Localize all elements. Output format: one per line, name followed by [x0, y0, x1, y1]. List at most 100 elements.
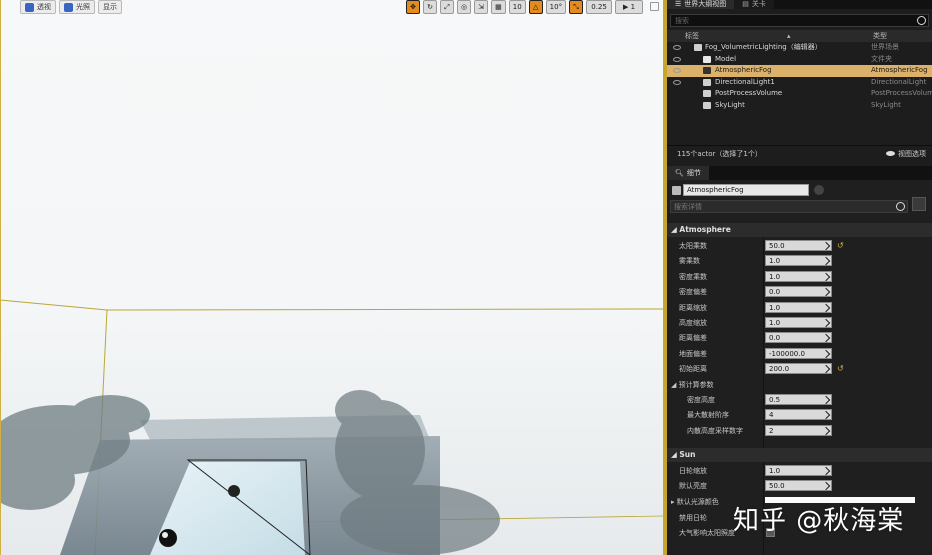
visibility-eye-icon[interactable]: [673, 56, 681, 62]
postprocess-volume-icon: [703, 90, 711, 97]
tree-row-skylight[interactable]: SkyLight SkyLight: [667, 100, 932, 112]
details-search-input[interactable]: 搜索详情: [670, 200, 908, 213]
lit-cube-icon: [64, 2, 73, 12]
tab-details[interactable]: 🔍︎ 细节: [667, 166, 709, 180]
viewport-scene: [0, 299, 663, 555]
actor-icon: [672, 186, 681, 195]
prop-atmosphere-3: 密度偏差 0.0: [667, 285, 932, 300]
numeric-field[interactable]: 1.0: [765, 465, 832, 476]
numeric-field[interactable]: 200.0: [765, 363, 832, 375]
skylight-actor-icon: [159, 529, 177, 547]
show-button[interactable]: 显示: [98, 0, 122, 14]
scale-snap-toggle[interactable]: ⤡: [569, 0, 584, 14]
numeric-field[interactable]: -100000.0: [765, 347, 832, 359]
prop-sun-0: 日轮缩放 1.0: [667, 464, 932, 479]
outliner-icon: ☰: [675, 0, 682, 8]
world-icon: [694, 44, 702, 51]
rotate-snap-toggle[interactable]: △: [528, 0, 543, 14]
outliner-search-input[interactable]: 搜索: [670, 14, 929, 27]
visibility-eye-icon[interactable]: [673, 79, 681, 85]
prop-atmosphere-5: 高度缩放 1.0: [667, 316, 932, 331]
translate-tool-button[interactable]: ✥: [406, 0, 420, 14]
numeric-field[interactable]: 1.0: [765, 317, 832, 328]
tree-row-selected[interactable]: AtmosphericFog AtmosphericFog: [667, 65, 932, 77]
tree-right: [335, 390, 500, 555]
perspective-icon: [25, 2, 34, 12]
angle-icon: △: [532, 3, 539, 11]
level-viewport[interactable]: 透视 光照 显示 ✥ ↻ ⤢ ◎ ⇲ ▦ 10 △ 10° ⤡ 0.25 ▶ 1: [0, 0, 663, 555]
visibility-eye-icon[interactable]: [673, 45, 681, 50]
numeric-field[interactable]: 1.0: [765, 270, 832, 282]
numeric-field[interactable]: 50.0: [765, 240, 832, 251]
prop-precompute-1: 最大散射阶序 4: [667, 408, 932, 423]
details-tab-strip: 🔍︎ 细节: [667, 166, 932, 180]
snap-surface-icon: ⇲: [478, 3, 485, 11]
grid-icon: ▦: [495, 3, 502, 11]
reset-to-default-icon[interactable]: ↺: [837, 241, 844, 250]
prop-atmosphere-1: 雾乘数 1.0: [667, 254, 932, 269]
actor-name-field[interactable]: [683, 184, 809, 196]
tree-row-postprocess[interactable]: PostProcessVolume PostProcessVolume: [667, 88, 932, 100]
scale-icon: ⤢: [444, 2, 450, 11]
camera-speed-button[interactable]: ▶ 1: [615, 0, 644, 14]
grid-snap-toggle[interactable]: ▦: [491, 0, 506, 14]
scale-snap-value[interactable]: 0.25: [586, 0, 613, 14]
numeric-field[interactable]: 0.0: [765, 332, 832, 344]
move-icon: ✥: [410, 3, 416, 11]
prop-sun-1: 默认亮度 50.0: [667, 479, 932, 494]
visibility-eye-icon[interactable]: [673, 68, 681, 73]
reset-to-default-icon[interactable]: ↺: [837, 364, 844, 373]
perspective-button[interactable]: 透视: [20, 0, 56, 14]
world-outliner-panel: ☰ 世界大纲视图 ▤ 关卡 搜索 标签 ▴ 类型 Fog_VolumetricL…: [667, 0, 932, 166]
grid-snap-value[interactable]: 10: [508, 0, 526, 14]
prop-atmosphere-2: 密度乘数 1.0: [667, 270, 932, 285]
tab-levels[interactable]: ▤ 关卡: [734, 0, 774, 9]
lock-icon[interactable]: [814, 185, 824, 195]
column-type[interactable]: 类型: [873, 30, 887, 42]
details-icon: 🔍︎: [675, 169, 684, 177]
group-precompute-params[interactable]: ◢ 预计算参数: [667, 378, 932, 393]
rotate-icon: ↻: [427, 3, 433, 11]
fog-actor-icon: [228, 485, 240, 497]
surface-snap-button[interactable]: ⇲: [474, 0, 489, 14]
lighting-button[interactable]: 光照: [59, 0, 95, 14]
world-local-toggle[interactable]: ◎: [457, 0, 472, 14]
category-sun[interactable]: ◢ Sun: [667, 448, 932, 462]
prop-atmosphere-6: 距离偏差 0.0: [667, 331, 932, 346]
column-label[interactable]: 标签: [685, 30, 699, 42]
maximize-viewport-icon[interactable]: [650, 2, 659, 11]
camera-icon: ▶: [623, 3, 629, 11]
numeric-field[interactable]: 1.0: [765, 255, 832, 267]
property-matrix-button[interactable]: [912, 197, 926, 211]
rotate-snap-value[interactable]: 10°: [545, 0, 567, 14]
actor-name-row: [667, 183, 932, 198]
view-options-button[interactable]: 视图选项: [886, 149, 926, 159]
numeric-field[interactable]: 0.0: [765, 286, 832, 298]
actor-count: 115个actor（选择了1个）: [677, 149, 762, 158]
eye-icon: [886, 151, 895, 156]
outliner-footer: 115个actor（选择了1个） 视图选项: [667, 145, 932, 161]
search-icon: [917, 16, 926, 25]
atmospheric-fog-icon: [703, 67, 711, 74]
directional-light-icon: [703, 78, 711, 86]
prop-atmosphere-7: 地面偏差 -100000.0: [667, 347, 932, 362]
tree-row-directional-light[interactable]: DirectionalLight1 DirectionalLight: [667, 77, 932, 89]
search-icon: [896, 202, 905, 211]
numeric-field[interactable]: 4: [765, 409, 832, 421]
tree-row-folder[interactable]: Model 文件夹: [667, 54, 932, 66]
scale-snap-icon: ⤡: [573, 2, 579, 11]
fog-volume-edge: [0, 299, 663, 311]
numeric-field[interactable]: 2: [765, 424, 832, 436]
scale-tool-button[interactable]: ⤢: [440, 0, 454, 14]
category-atmosphere[interactable]: ◢ Atmosphere: [667, 223, 932, 237]
viewport-toolbar-left: 透视 光照 显示: [20, 0, 122, 15]
numeric-field[interactable]: 1.0: [765, 301, 832, 313]
numeric-field[interactable]: 50.0: [765, 480, 832, 492]
prop-atmosphere-8: 初始距离 200.0 ↺: [679, 363, 844, 375]
rotate-tool-button[interactable]: ↻: [423, 0, 437, 14]
tab-world-outliner[interactable]: ☰ 世界大纲视图: [667, 0, 735, 9]
watermark: 知乎 @秋海棠: [733, 506, 905, 536]
tree-row-world[interactable]: Fog_VolumetricLighting（编辑器） 世界场景: [667, 42, 932, 54]
numeric-field[interactable]: 0.5: [765, 394, 832, 405]
sort-arrow-icon: ▴: [787, 32, 791, 40]
